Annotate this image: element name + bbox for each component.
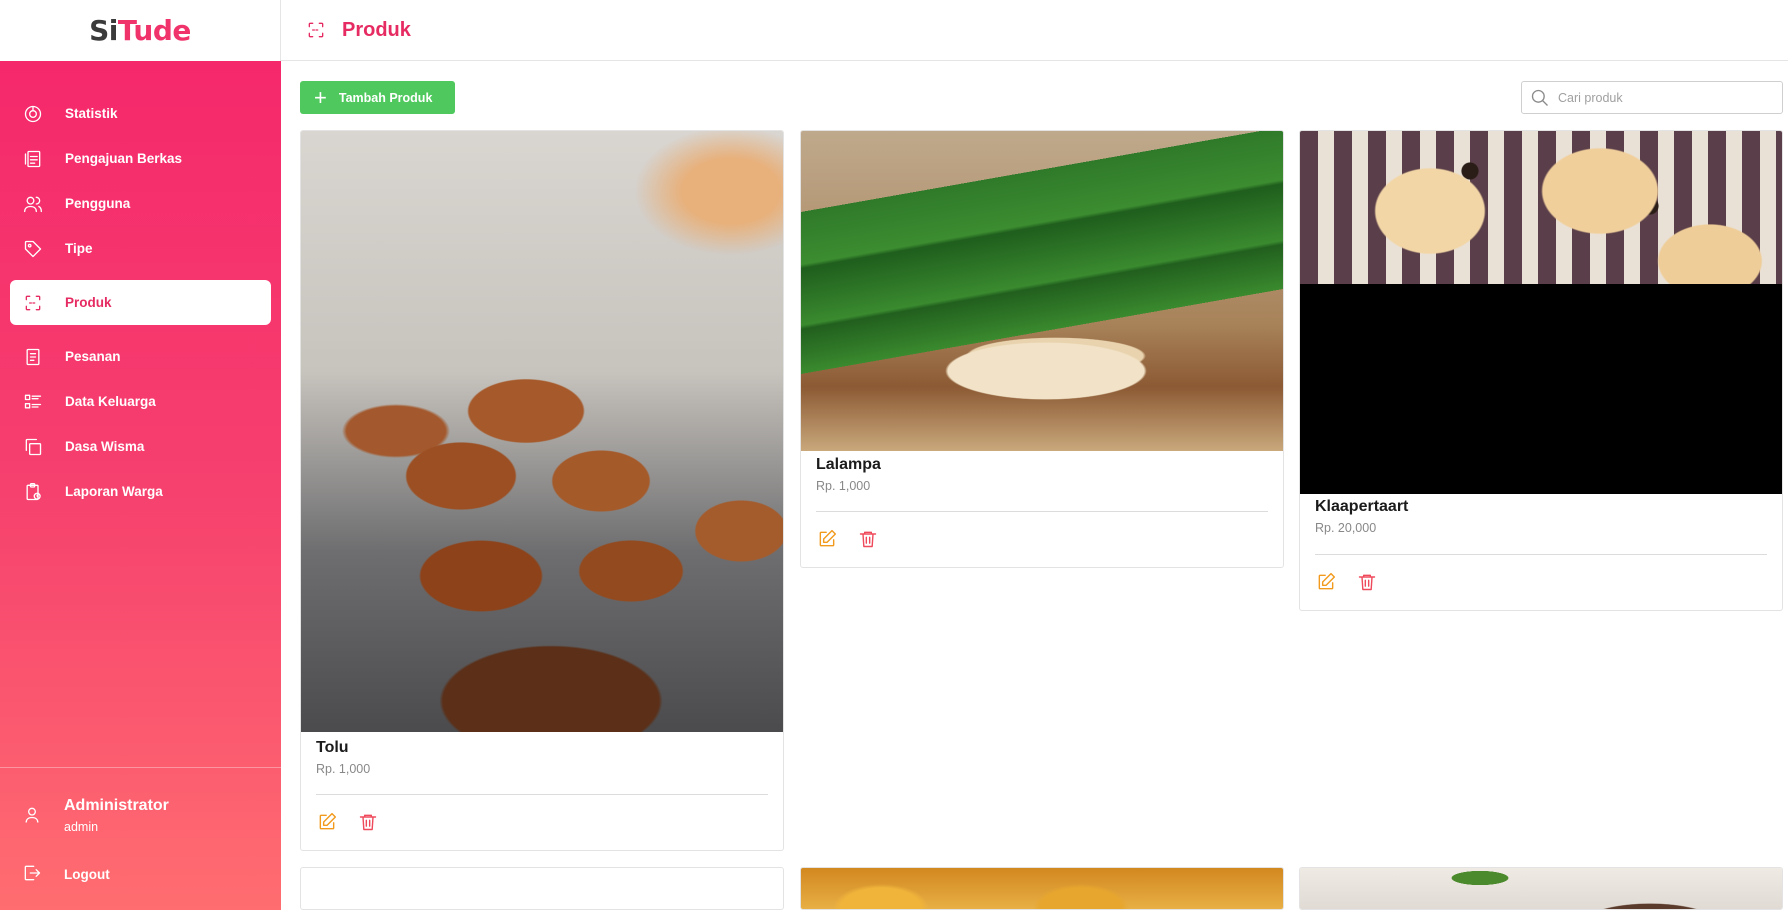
document-icon	[22, 148, 44, 170]
sidebar-item-label: Pengguna	[65, 196, 131, 211]
list-icon	[22, 391, 44, 413]
product-image	[301, 131, 783, 732]
sidebar-item-produk[interactable]: Produk	[10, 280, 271, 325]
card-divider	[816, 511, 1268, 512]
clipboard-icon	[22, 481, 44, 503]
logout-button[interactable]: Logout	[22, 863, 110, 885]
sidebar-item-label: Tipe	[65, 241, 93, 256]
card-actions	[316, 811, 398, 833]
chart-pie-icon	[22, 103, 44, 125]
product-name: Lalampa	[816, 456, 881, 473]
sidebar-item-label: Laporan Warga	[65, 484, 163, 499]
sidebar-item-label: Pesanan	[65, 349, 121, 364]
add-product-button[interactable]: + Tambah Produk	[300, 81, 455, 114]
page-title: Produk	[342, 18, 411, 41]
receipt-icon	[22, 346, 44, 368]
logo-text-si: Si	[89, 14, 118, 47]
search-box[interactable]	[1521, 81, 1783, 114]
sidebar-item-label: Produk	[65, 295, 112, 310]
edit-button[interactable]	[316, 811, 338, 833]
sidebar-item-laporan-warga[interactable]: Laporan Warga	[10, 469, 271, 514]
product-image	[1300, 868, 1782, 909]
scan-icon	[306, 19, 328, 41]
trash-icon	[359, 814, 377, 831]
product-image-placeholder	[1300, 284, 1782, 494]
card-divider	[1315, 554, 1767, 555]
logo-bar: SiTude	[0, 0, 281, 61]
top-header: Produk	[281, 0, 1788, 61]
sidebar-item-dasa-wisma[interactable]: Dasa Wisma	[10, 424, 271, 469]
user-icon	[22, 805, 44, 827]
sidebar-item-pengajuan-berkas[interactable]: Pengajuan Berkas	[10, 136, 271, 181]
edit-icon	[319, 812, 337, 830]
sidebar-divider	[0, 767, 281, 768]
trash-icon	[859, 531, 877, 548]
edit-icon	[819, 529, 837, 547]
sidebar-item-tipe[interactable]: Tipe	[10, 226, 271, 271]
product-card: Tolu Rp. 1,000	[300, 130, 784, 851]
logout-icon	[22, 863, 44, 885]
card-divider	[316, 794, 768, 795]
tag-icon	[22, 238, 44, 260]
delete-button[interactable]	[1356, 571, 1378, 593]
user-profile[interactable]: Administrator admin	[22, 797, 169, 834]
sidebar-item-pengguna[interactable]: Pengguna	[10, 181, 271, 226]
sidebar-item-statistik[interactable]: Statistik	[10, 91, 271, 136]
product-name: Klaapertaart	[1315, 498, 1409, 515]
users-icon	[22, 193, 44, 215]
app-root: SiTude Produk Statistik Pengajuan Berkas…	[0, 0, 1788, 910]
sidebar-item-label: Data Keluarga	[65, 394, 156, 409]
product-name: Tolu	[316, 739, 349, 756]
scan-icon	[22, 292, 44, 314]
sidebar: Statistik Pengajuan Berkas Pengguna Tipe…	[0, 61, 281, 910]
logout-label: Logout	[64, 866, 110, 882]
add-product-label: Tambah Produk	[338, 90, 433, 105]
product-card: Klaapertaart Rp. 20,000	[1299, 130, 1783, 611]
product-image	[1300, 131, 1782, 284]
edit-button[interactable]	[1315, 571, 1337, 593]
app-logo[interactable]: SiTude	[89, 14, 191, 47]
sidebar-item-label: Statistik	[65, 106, 118, 121]
sidebar-item-pesanan[interactable]: Pesanan	[10, 334, 271, 379]
product-image	[801, 131, 1283, 451]
copy-icon	[22, 436, 44, 458]
delete-button[interactable]	[857, 528, 879, 550]
delete-button[interactable]	[357, 811, 379, 833]
edit-button[interactable]	[816, 528, 838, 550]
plus-icon: +	[314, 84, 327, 110]
sidebar-nav: Statistik Pengajuan Berkas Pengguna Tipe…	[0, 61, 281, 514]
search-icon	[1531, 89, 1548, 106]
edit-icon	[1318, 572, 1336, 590]
logo-text-tude: Tude	[117, 14, 192, 47]
product-card: Lalampa Rp. 1,000	[800, 130, 1284, 568]
product-price: Rp. 1,000	[316, 762, 371, 776]
product-image	[801, 868, 1283, 909]
user-info: Administrator admin	[64, 797, 169, 834]
user-name: Administrator	[64, 797, 169, 814]
product-card	[800, 867, 1284, 910]
product-price: Rp. 1,000	[816, 479, 871, 493]
card-actions	[1315, 571, 1397, 593]
card-actions	[816, 528, 898, 550]
sidebar-item-label: Dasa Wisma	[65, 439, 145, 454]
trash-icon	[1358, 574, 1376, 591]
user-role: admin	[64, 820, 99, 834]
sidebar-item-data-keluarga[interactable]: Data Keluarga	[10, 379, 271, 424]
sidebar-item-label: Pengajuan Berkas	[65, 151, 183, 166]
product-card	[300, 867, 784, 910]
product-price: Rp. 20,000	[1315, 521, 1377, 535]
product-card	[1299, 867, 1783, 910]
search-input[interactable]	[1558, 90, 1778, 105]
